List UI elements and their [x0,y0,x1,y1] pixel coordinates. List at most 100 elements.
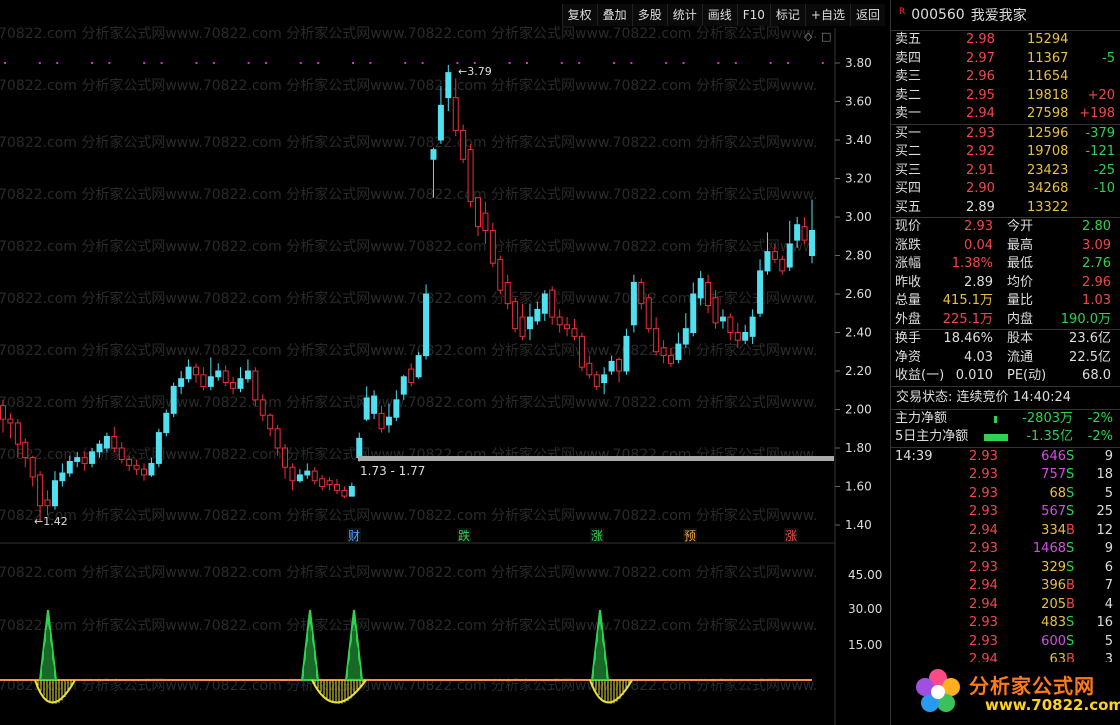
tick-row[interactable]: 2.94 205 B 4 [891,596,1120,615]
candlestick-chart[interactable]: 70822.com 分析家公式网www.70822.com 分析家公式网www.… [0,0,890,725]
bid-row[interactable]: 买一 2.93 12596 -379 [891,123,1120,144]
candle-body[interactable] [282,447,289,468]
tick-row[interactable]: 2.93 1468 S 9 [891,540,1120,559]
candle-body[interactable] [437,104,444,141]
candle-body[interactable] [809,229,815,257]
ask-row[interactable]: 卖二 2.95 19818 +20 [891,87,1120,106]
candle-body[interactable] [794,224,801,241]
candle-body[interactable] [430,149,437,160]
candle-body[interactable] [185,366,192,380]
candle-body[interactable] [400,376,407,395]
candle-body[interactable] [66,460,73,474]
bid-row[interactable]: 买五 2.89 13322 [891,199,1120,218]
tick-row[interactable]: 2.93 757 S 18 [891,466,1120,485]
candle-body[interactable] [348,486,355,497]
chart-area[interactable]: 复权 叠加 多股 统计 画线 F10 标记 +自选 返回 70822.com 分析家公式网www… [0,0,890,725]
candle-body[interactable] [705,281,712,307]
candle-body[interactable] [29,457,36,478]
candle-body[interactable] [178,378,185,387]
candle-body[interactable] [504,281,511,305]
candle-body[interactable] [192,366,199,376]
candle-body[interactable] [645,297,652,330]
candle-body[interactable] [423,293,430,357]
candle-body[interactable] [712,297,719,324]
candle-body[interactable] [274,428,281,449]
tick-list[interactable]: 14:39 2.93 646 S 9 2.93 757 S 18 2.93 68 S 5 2.93 567 S… [891,448,1120,670]
candle-body[interactable] [155,432,162,464]
candle-body[interactable] [541,293,548,314]
candle-body[interactable] [200,374,207,387]
event-marker[interactable]: 跌 [458,528,470,543]
candle-body[interactable] [534,308,541,322]
candle-body[interactable] [638,281,645,305]
candle-body[interactable] [482,212,489,231]
candle-body[interactable] [771,251,778,260]
candle-body[interactable] [14,422,21,445]
event-marker[interactable]: 涨 [785,528,797,543]
candle-body[interactable] [653,328,660,353]
candle-body[interactable] [801,226,808,241]
tick-row[interactable]: 2.94 396 B 7 [891,577,1120,596]
ask-row[interactable]: 卖五 2.98 15294 [891,31,1120,50]
candle-body[interactable] [103,435,110,449]
tick-row[interactable]: 14:39 2.93 646 S 9 [891,448,1120,467]
tick-row[interactable]: 2.93 567 S 25 [891,503,1120,522]
candle-body[interactable] [556,316,563,326]
candle-body[interactable] [512,301,519,330]
tick-row[interactable]: 2.94 334 B 12 [891,522,1120,541]
candle-body[interactable] [526,316,533,330]
candle-body[interactable] [608,360,615,372]
candle-body[interactable] [452,97,459,131]
candle-body[interactable] [408,368,415,384]
event-marker[interactable]: 预 [684,529,696,543]
candle-body[interactable] [111,435,118,449]
candle-body[interactable] [289,466,296,482]
candle-body[interactable] [215,370,222,378]
candle-body[interactable] [586,362,593,376]
bid-row[interactable]: 买三 2.91 23423 -25 [891,162,1120,181]
candle-body[interactable] [96,443,103,453]
candle-body[interactable] [601,374,608,384]
candle-body[interactable] [675,343,682,360]
candle-body[interactable] [259,399,266,416]
candle-body[interactable] [385,416,392,426]
candle-body[interactable] [244,370,251,380]
candle-body[interactable] [593,374,600,387]
candle-body[interactable] [682,328,689,345]
candle-body[interactable] [311,470,318,482]
candle-body[interactable] [734,332,741,341]
candle-body[interactable] [304,470,311,476]
candle-body[interactable] [22,441,29,459]
candle-body[interactable] [719,316,726,322]
candle-body[interactable] [497,258,504,291]
candle-body[interactable] [252,370,259,401]
candle-body[interactable] [296,474,303,482]
candle-body[interactable] [237,378,244,389]
candle-body[interactable] [89,451,96,464]
tick-row[interactable]: 2.93 329 S 6 [891,559,1120,578]
candle-body[interactable] [341,489,348,497]
candle-body[interactable] [44,499,51,507]
candle-body[interactable] [564,324,571,330]
candle-body[interactable] [549,289,556,318]
candle-body[interactable] [616,358,623,372]
candle-body[interactable] [356,437,363,459]
candle-body[interactable] [623,335,630,372]
candle-body[interactable] [37,474,44,507]
candle-body[interactable] [7,418,14,424]
candle-body[interactable] [81,457,88,464]
candle-body[interactable] [667,355,674,364]
candle-body[interactable] [126,459,133,466]
candle-body[interactable] [467,149,474,203]
candle-body[interactable] [660,347,667,357]
candle-body[interactable] [445,72,452,99]
candle-body[interactable] [74,457,81,462]
candle-body[interactable] [163,412,170,434]
candle-body[interactable] [779,258,786,272]
event-marker[interactable]: 涨 [591,528,603,543]
diamond-icon[interactable]: ◇ [804,30,813,43]
candle-body[interactable] [415,355,422,378]
candle-body[interactable] [0,405,6,420]
candle-body[interactable] [319,478,326,487]
candle-body[interactable] [742,332,749,341]
